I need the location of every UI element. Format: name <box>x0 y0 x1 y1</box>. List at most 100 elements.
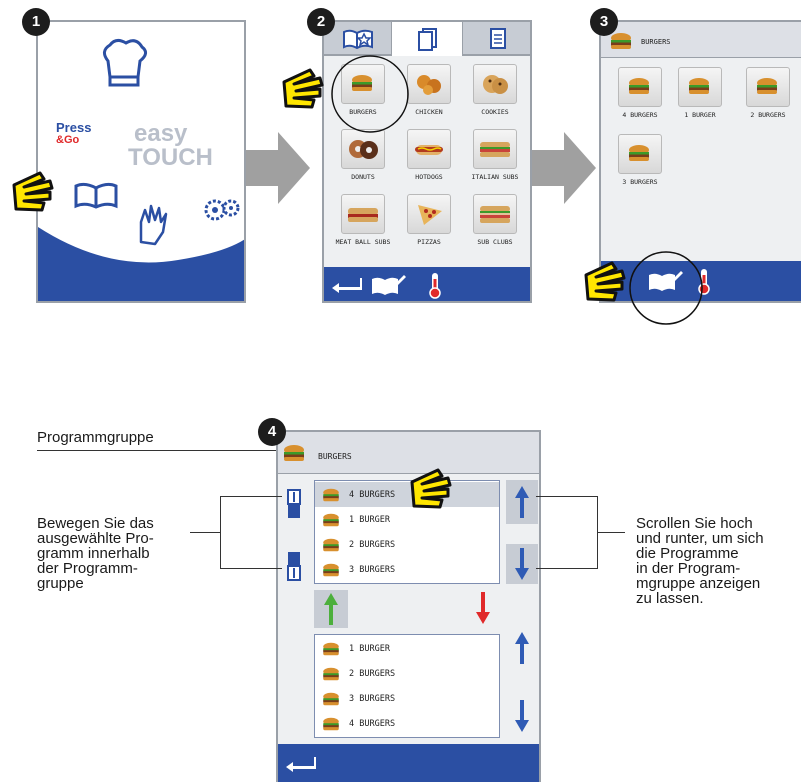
burger-icon <box>323 513 339 526</box>
bracket-move-bottom <box>220 568 282 569</box>
bracket-move <box>220 496 221 568</box>
hotdog-thumbnail-icon <box>407 129 451 169</box>
list-item[interactable]: 3 BURGERS <box>315 557 499 582</box>
list-item-label: 2 BURGERS <box>349 668 396 679</box>
callout-scroll: Scrollen Sie hoch und runter, um sich di… <box>636 516 764 606</box>
chicken-thumbnail-icon <box>407 64 451 104</box>
category-tile-italian-subs[interactable]: ITALIAN SUBS <box>464 129 526 181</box>
program-tile-3-burgers[interactable]: 3 BURGERS <box>609 134 671 186</box>
bracket-move-stem <box>190 532 220 533</box>
tab-favorites[interactable] <box>324 22 392 54</box>
bracket-scroll-stem <box>597 532 625 533</box>
arrow-down-icon <box>515 548 529 580</box>
pointing-hand-icon <box>282 68 324 109</box>
tile-label: ITALIAN SUBS <box>471 173 519 181</box>
book-edit-icon[interactable] <box>370 273 406 297</box>
bracket-move-top <box>220 496 282 497</box>
tile-label: 1 BURGER <box>684 111 716 119</box>
arrow-down-icon[interactable] <box>515 700 529 732</box>
callout-line-6: zu lassen. <box>636 590 704 607</box>
back-arrow-icon[interactable] <box>330 275 364 295</box>
bottom-toolbar <box>324 267 530 301</box>
chef-hat-icon[interactable] <box>96 37 152 93</box>
move-down-icon[interactable] <box>286 550 302 582</box>
sub-thumbnail-icon <box>473 129 517 169</box>
group-title: BURGERS <box>641 38 671 46</box>
callout-program-group: Programmgruppe <box>37 429 154 446</box>
tile-label: SUB CLUBS <box>477 238 513 246</box>
burger-thumbnail-icon <box>618 134 662 174</box>
burger-thumbnail-icon <box>618 67 662 107</box>
burger-group-icon <box>611 33 631 49</box>
group-header: BURGERS <box>601 22 801 58</box>
program-tile-4-burgers[interactable]: 4 BURGERS <box>609 67 671 119</box>
tile-label: COOKIES <box>481 108 509 116</box>
press-and-go-logo: Press &Go <box>56 120 92 146</box>
group-title: BURGERS <box>318 452 352 461</box>
logo-easy-text: easy <box>134 120 188 147</box>
category-tile-meat-ball-subs[interactable]: MEAT BALL SUBS <box>332 194 394 246</box>
callout-line-4: in der Program- <box>636 560 741 577</box>
burger-icon <box>323 667 339 680</box>
step-badge-3: 3 <box>590 8 618 36</box>
burger-icon <box>323 692 339 705</box>
category-tile-cookies[interactable]: COOKIES <box>464 64 526 116</box>
tab-list[interactable] <box>462 22 530 54</box>
list-item[interactable]: 1 BURGER <box>315 636 499 661</box>
tile-label: 3 BURGERS <box>622 178 658 186</box>
arrow-up-icon <box>515 486 529 518</box>
list-item-label: 4 BURGERS <box>349 489 396 500</box>
callout-move-program: Bewegen Sie das ausgewählte Pro- gramm i… <box>37 516 154 591</box>
glove-hand-icon[interactable] <box>133 202 171 248</box>
tile-label: PIZZAS <box>417 238 441 246</box>
club-sub-thumbnail-icon <box>473 194 517 234</box>
move-to-top-list-button[interactable] <box>314 590 348 628</box>
program-tile-2-burgers[interactable]: 2 BURGERS <box>737 67 799 119</box>
logo-touch-text: TOUCH <box>128 144 213 171</box>
process-arrow-1 <box>246 132 310 204</box>
burger-icon <box>323 642 339 655</box>
burger-icon <box>323 488 339 501</box>
tab-categories[interactable] <box>392 22 462 56</box>
scroll-up-button[interactable] <box>506 480 538 524</box>
callout-line-3: die Programme <box>636 545 739 562</box>
step-badge-2: 2 <box>307 8 335 36</box>
pizza-thumbnail-icon <box>407 194 451 234</box>
settings-gears-icon[interactable] <box>203 194 243 226</box>
logo-go-text: &Go <box>56 134 80 146</box>
thermometer-icon[interactable] <box>428 271 442 299</box>
category-tab-bar <box>324 22 530 56</box>
list-item[interactable]: 4 BURGERS <box>315 711 499 736</box>
callout-line-1: Scrollen Sie hoch <box>636 515 753 532</box>
list-item[interactable]: 3 BURGERS <box>315 686 499 711</box>
move-up-icon[interactable] <box>286 488 302 520</box>
list-item-label: 3 BURGERS <box>349 564 396 575</box>
easy-touch-logo: easy TOUCH <box>128 122 213 170</box>
list-item[interactable]: 2 BURGERS <box>315 661 499 686</box>
logo-press-text: Press <box>56 120 92 135</box>
category-tile-sub-clubs[interactable]: SUB CLUBS <box>464 194 526 246</box>
red-arrow-down-icon[interactable] <box>476 592 490 624</box>
category-tile-hotdogs[interactable]: HOTDOGS <box>398 129 460 181</box>
callout-line-2: und runter, um sich <box>636 530 764 547</box>
program-tile-1-burger[interactable]: 1 BURGER <box>669 67 731 119</box>
bottom-toolbar <box>278 744 539 782</box>
callout-line-2: ausgewählte Pro- <box>37 530 154 547</box>
category-tile-donuts[interactable]: DONUTS <box>332 129 394 181</box>
green-arrow-up-icon <box>324 593 338 625</box>
category-tile-pizzas[interactable]: PIZZAS <box>398 194 460 246</box>
callout-line-5: mgruppe anzeigen <box>636 575 761 592</box>
back-arrow-icon[interactable] <box>284 754 318 774</box>
pointing-hand-icon <box>584 261 626 302</box>
list-item[interactable]: 2 BURGERS <box>315 532 499 557</box>
cookies-thumbnail-icon <box>473 64 517 104</box>
program-list-bottom: 1 BURGER 2 BURGERS 3 BURGERS 4 BURGERS <box>314 634 500 738</box>
callout-line-group <box>37 450 277 451</box>
callout-line-1: Bewegen Sie das <box>37 515 154 532</box>
tile-label: HOTDOGS <box>415 173 443 181</box>
arrow-up-icon[interactable] <box>515 632 529 664</box>
list-item-label: 1 BURGER <box>349 643 390 654</box>
scroll-down-button[interactable] <box>506 544 538 584</box>
tile-label: 2 BURGERS <box>750 111 786 119</box>
burger-thumbnail-icon <box>678 67 722 107</box>
